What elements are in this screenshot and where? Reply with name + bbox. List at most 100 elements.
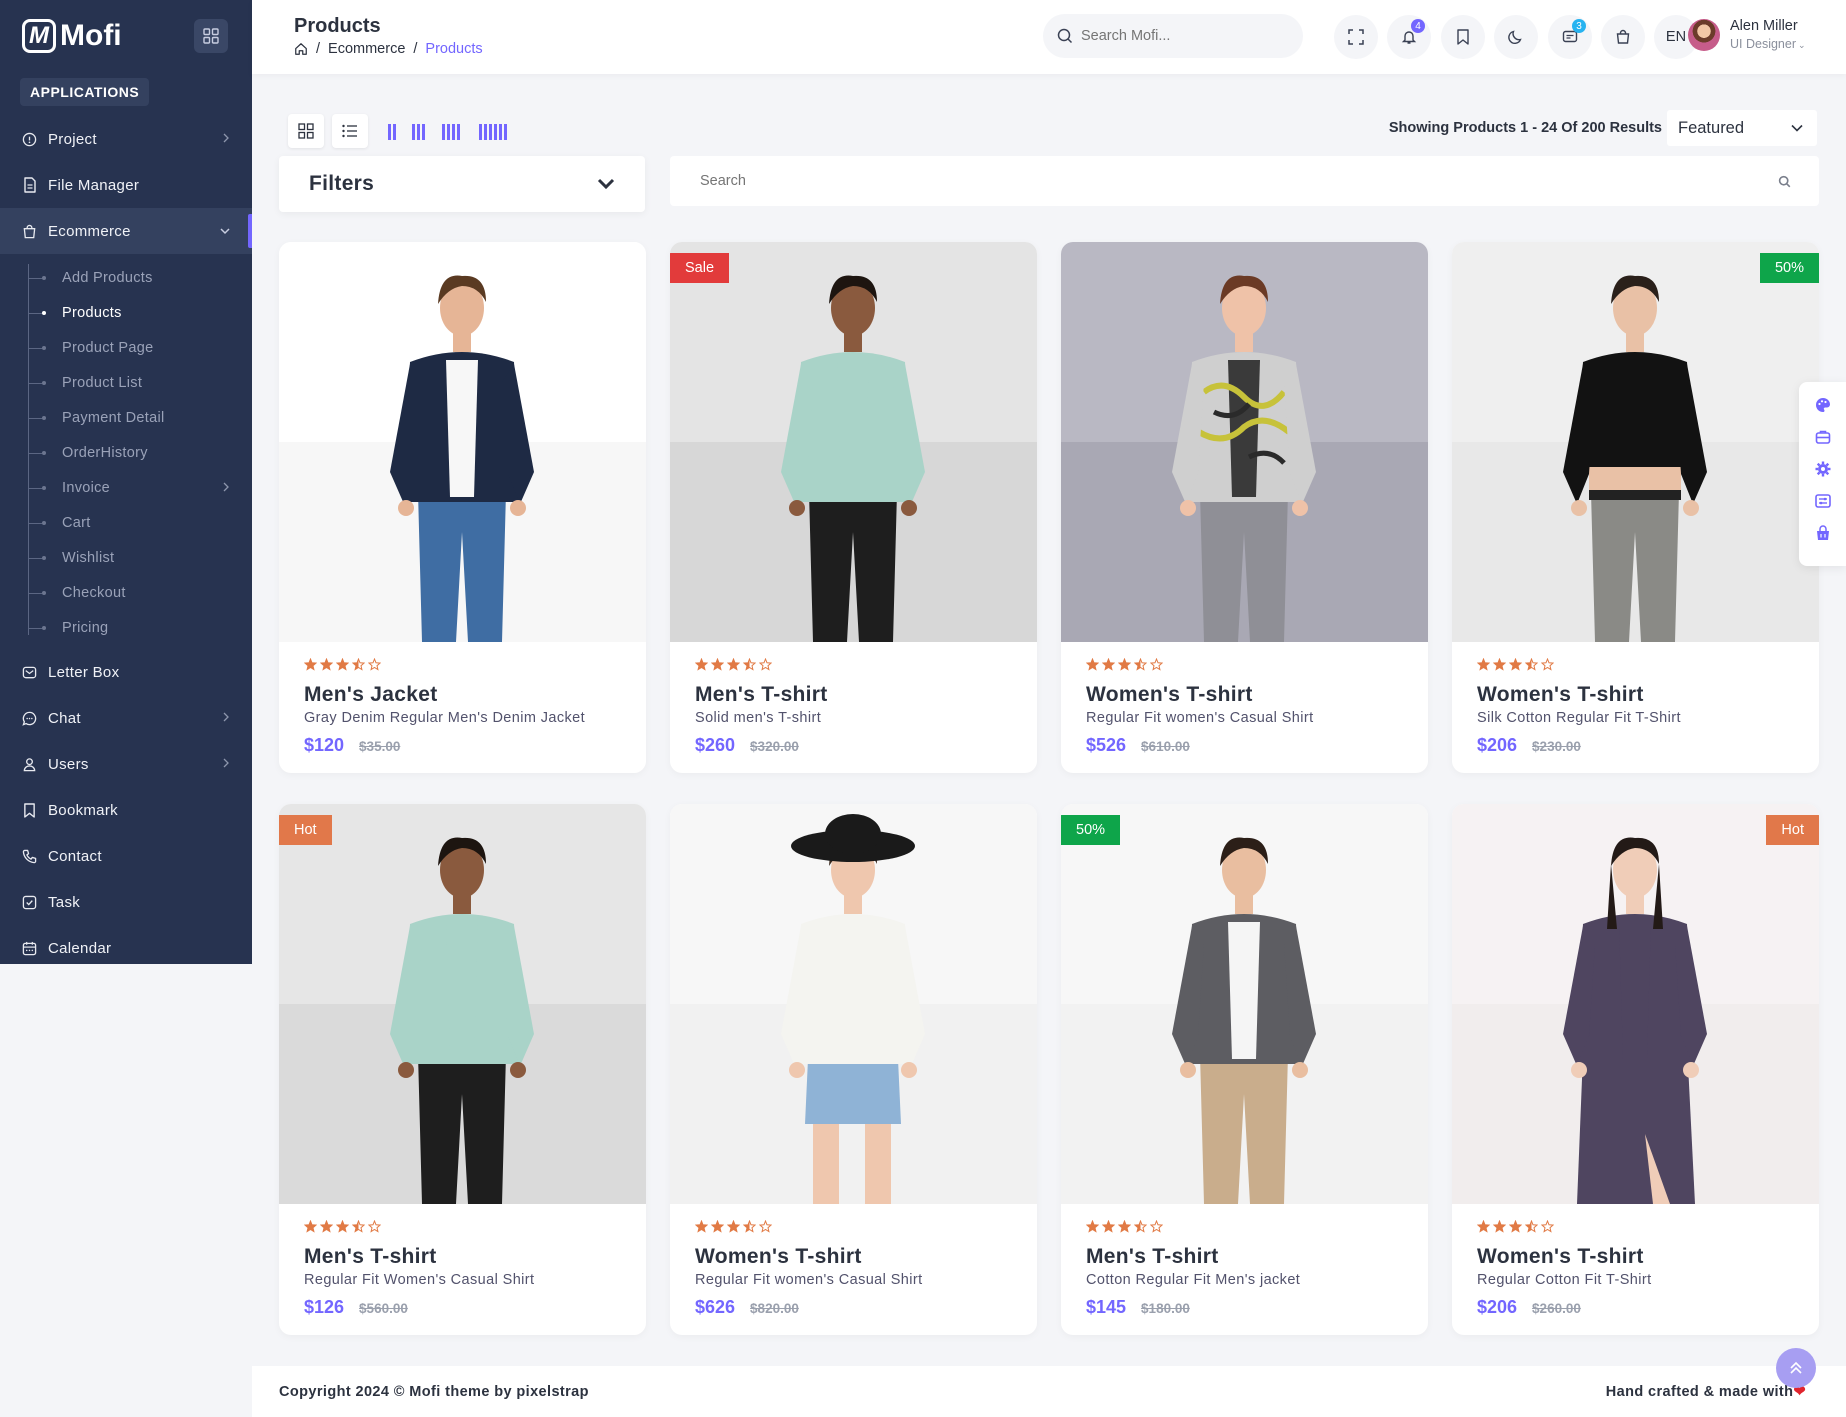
product-card[interactable]: Women's T-shirt Regular Fit women's Casua… [670,804,1037,1335]
product-image[interactable]: 50% [1452,242,1819,642]
product-search[interactable] [670,156,1819,206]
sidebar-item-letter-box[interactable]: Letter Box [0,649,252,695]
product-name[interactable]: Women's T-shirt [695,1245,1012,1269]
sidebar-item-label: Letter Box [48,663,120,681]
submenu-item-product-list[interactable]: Product List [0,365,252,400]
submenu-item-wishlist[interactable]: Wishlist [0,540,252,575]
shopping-bag-icon [21,223,38,240]
cart-button[interactable] [1601,15,1645,59]
filters-toggle[interactable]: Filters [279,156,645,212]
star-empty-icon [758,657,773,675]
product-description: Solid men's T-shirt [695,710,822,726]
fullscreen-button[interactable] [1334,15,1378,59]
product-image[interactable]: Hot [279,804,646,1204]
product-description: Regular Fit Women's Casual Shirt [304,1272,535,1288]
sidebar-item-contact[interactable]: Contact [0,833,252,879]
product-name[interactable]: Women's T-shirt [1477,683,1794,707]
notification-button[interactable]: 4 [1387,15,1431,59]
columns-2-button[interactable] [388,124,396,140]
sliders-icon[interactable] [1814,492,1832,510]
columns-4-button[interactable] [442,124,460,140]
shopping-basket-icon[interactable] [1814,524,1832,542]
star-full-icon [303,1219,318,1237]
columns-3-button[interactable] [412,124,425,140]
logo[interactable]: M Mofi [22,19,122,53]
sidebar-item-ecommerce[interactable]: Ecommerce [0,208,252,254]
submenu-item-invoice[interactable]: Invoice [0,470,252,505]
star-full-icon [303,657,318,675]
rating-stars [1476,1219,1794,1237]
product-image[interactable]: Sale [670,242,1037,642]
submenu-item-pricing[interactable]: Pricing [0,610,252,645]
submenu-item-product-page[interactable]: Product Page [0,330,252,365]
shopping-bag-icon [1616,29,1630,44]
sidebar-item-task[interactable]: Task [0,879,252,925]
star-full-icon [1085,1219,1100,1237]
submenu-item-cart[interactable]: Cart [0,505,252,540]
columns-6-button[interactable] [479,124,507,140]
sidebar-item-users[interactable]: Users [0,741,252,787]
submenu-item-products[interactable]: Products [0,295,252,330]
list-view-button[interactable] [332,114,368,148]
product-card[interactable]: Hot Men's T-shirt Regular Fit Women's Casu… [279,804,646,1335]
sidebar-toggle-button[interactable] [194,19,228,53]
submenu-item-label: Payment Detail [62,409,165,426]
product-card[interactable]: 50% Women's T-shirt Silk Cotton Regular Fi… [1452,242,1819,773]
product-image[interactable]: Hot [1452,804,1819,1204]
submenu-item-checkout[interactable]: Checkout [0,575,252,610]
submenu-item-payment-detail[interactable]: Payment Detail [0,400,252,435]
sidebar-item-calendar[interactable]: Calendar [0,925,252,971]
palette-icon[interactable] [1814,396,1832,414]
product-card[interactable]: Hot Women's T-shirt Regular Cotton Fit T-S… [1452,804,1819,1335]
product-name[interactable]: Men's T-shirt [1086,1245,1403,1269]
product-name[interactable]: Men's Jacket [304,683,621,707]
product-image[interactable] [279,242,646,642]
product-card[interactable]: Sale Men's T-shirt Solid men's T-shirt $260… [670,242,1037,773]
home-icon[interactable] [294,42,308,56]
product-image[interactable] [1061,242,1428,642]
star-half-icon [742,1219,757,1237]
sidebar-item-file-manager[interactable]: File Manager [0,162,252,208]
footer: Copyright 2024 © Mofi theme by pixelstra… [252,1366,1846,1417]
submenu-item-add-products[interactable]: Add Products [0,260,252,295]
product-search-input[interactable] [700,173,1700,189]
sort-select[interactable]: Featured [1667,110,1817,146]
header-search-input[interactable] [1081,28,1281,44]
product-name[interactable]: Men's T-shirt [304,1245,621,1269]
star-half-icon [1133,1219,1148,1237]
product-description: Gray Denim Regular Men's Denim Jacket [304,710,586,726]
product-card[interactable]: Men's Jacket Gray Denim Regular Men's Den… [279,242,646,773]
dark-mode-button[interactable] [1494,15,1538,59]
user-profile[interactable]: Alen Miller UI Designer ⌄ [1688,18,1806,51]
support-icon[interactable] [1814,428,1832,446]
sidebar-item-bookmark[interactable]: Bookmark [0,787,252,833]
product-ribbon: 50% [1061,815,1121,845]
sidebar-item-label: Calendar [48,939,112,957]
product-image[interactable]: 50% [1061,804,1428,1204]
submenu-item-label: Products [62,304,122,321]
breadcrumb-ecommerce[interactable]: Ecommerce [328,41,405,57]
gear-icon[interactable] [1814,460,1832,478]
product-name[interactable]: Men's T-shirt [695,683,1012,707]
product-name[interactable]: Women's T-shirt [1477,1245,1794,1269]
bookmark-button[interactable] [1441,15,1485,59]
task-icon [21,894,38,911]
submenu-item-orderhistory[interactable]: OrderHistory [0,435,252,470]
grid-view-button[interactable] [288,114,324,148]
sidebar-item-chat[interactable]: Chat [0,695,252,741]
star-empty-icon [1149,1219,1164,1237]
product-name[interactable]: Women's T-shirt [1086,683,1403,707]
search-icon[interactable] [1778,175,1791,188]
customizer-panel [1799,382,1846,566]
scroll-to-top-button[interactable] [1776,1348,1816,1388]
header-search[interactable] [1043,14,1303,58]
product-image[interactable] [670,804,1037,1204]
chevron-right-icon [223,481,230,495]
sidebar-item-project[interactable]: Project [0,116,252,162]
messages-button[interactable]: 3 [1548,15,1592,59]
product-card[interactable]: 50% Men's T-shirt Cotton Regular Fit Men's… [1061,804,1428,1335]
star-full-icon [335,1219,350,1237]
product-card[interactable]: Women's T-shirt Regular Fit women's Casua… [1061,242,1428,773]
chevron-down-icon [220,224,230,238]
double-chevron-up-icon [1790,1361,1802,1374]
